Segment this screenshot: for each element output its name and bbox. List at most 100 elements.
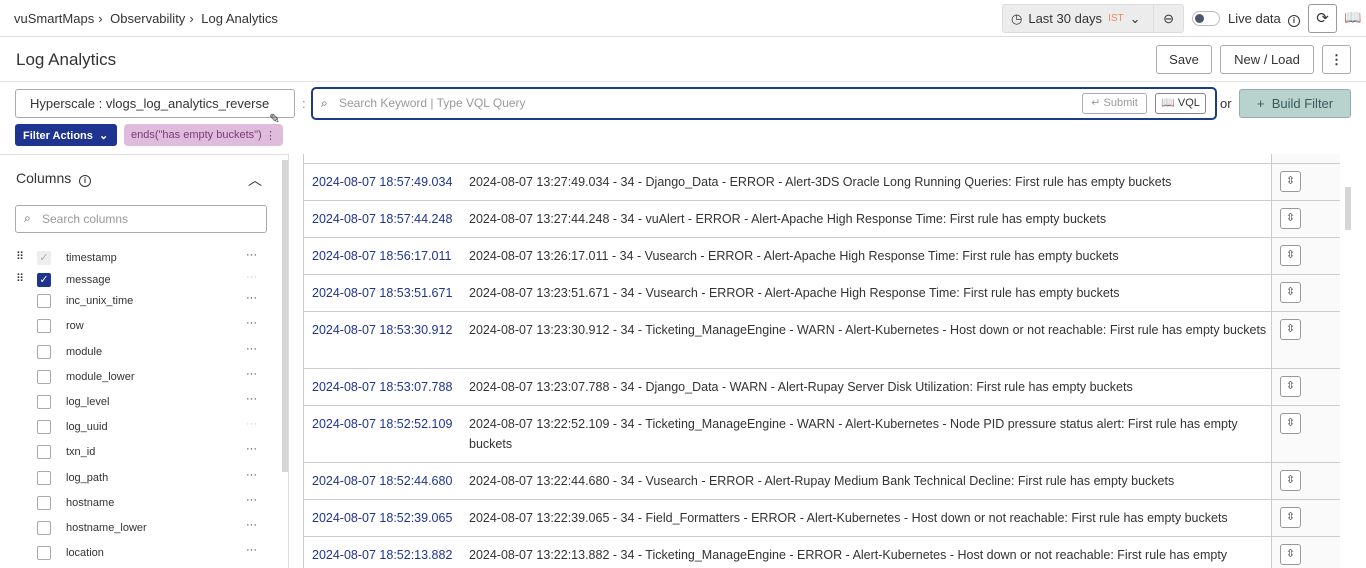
expand-row-icon[interactable]: ⇳ [1280,208,1301,229]
more-options-icon[interactable]: ··· [246,271,257,283]
save-button[interactable]: Save [1156,45,1212,74]
column-item[interactable]: hostname ··· [0,494,289,514]
row-actions: ⇳ [1271,238,1340,274]
filter-actions-button[interactable]: Filter Actions ⌄ [15,124,117,146]
more-options-button[interactable]: ⋮ [1322,45,1351,74]
zoom-out-icon: ⊖ [1163,10,1175,26]
column-checkbox[interactable] [37,319,51,333]
column-checkbox[interactable]: ✓ [37,273,51,287]
table-row[interactable]: 2024-08-07 18:57:49.034 2024-08-07 13:27:… [304,163,1340,200]
datasource-selector[interactable]: Hyperscale : vlogs_log_analytics_reverse… [15,89,295,126]
expand-row-icon[interactable]: ⇳ [1280,507,1301,528]
table-row[interactable]: 2024-08-07 18:52:39.065 2024-08-07 13:22:… [304,499,1340,536]
info-icon[interactable]: i [1288,15,1300,27]
row-actions: ⇳ [1271,312,1340,368]
column-item[interactable]: module_lower ··· [0,368,289,388]
time-range-picker[interactable]: ◷ Last 30 days IST ⌄ ⊖ [1002,4,1184,33]
row-message: 2024-08-07 13:23:07.788 - 34 - Django_Da… [469,380,1133,394]
more-options-icon[interactable]: ··· [246,544,257,556]
drag-handle-icon[interactable]: ⠿ [16,250,24,263]
column-checkbox[interactable] [37,496,51,510]
expand-row-icon[interactable]: ⇳ [1280,413,1301,434]
more-options-icon[interactable]: ··· [246,443,257,455]
vql-button[interactable]: 📖 VQL [1155,93,1206,114]
column-checkbox[interactable]: ✓ [37,251,51,265]
table-scrollbar[interactable] [1345,187,1351,230]
submit-button[interactable]: ↵ Submit [1082,93,1147,114]
column-checkbox[interactable] [37,395,51,409]
more-options-icon[interactable]: ··· [246,393,257,405]
more-options-icon[interactable]: ··· [246,317,257,329]
breadcrumb-item[interactable]: Observability [110,11,185,26]
expand-row-icon[interactable]: ⇳ [1280,319,1301,340]
more-options-icon[interactable]: ··· [246,368,257,380]
table-row[interactable]: 2024-08-07 18:53:30.912 2024-08-07 13:23:… [304,311,1340,368]
column-item[interactable]: log_uuid ··· [0,418,289,438]
column-checkbox[interactable] [37,294,51,308]
new-load-button[interactable]: New / Load [1220,45,1314,74]
column-checkbox[interactable] [37,546,51,560]
table-row[interactable]: 2024-08-07 18:52:44.680 2024-08-07 13:22:… [304,462,1340,499]
expand-row-icon[interactable]: ⇳ [1280,470,1301,491]
column-item[interactable]: log_path ··· [0,469,289,489]
table-row[interactable]: 2024-08-07 18:52:52.109 2024-08-07 13:22:… [304,405,1340,462]
more-options-icon[interactable]: ··· [246,292,257,304]
more-options-icon[interactable]: ··· [246,469,257,481]
kebab-icon[interactable]: ⋮ [265,129,276,142]
build-filter-button[interactable]: + Build Filter [1239,89,1351,118]
drag-handle-icon[interactable]: ⠿ [16,272,24,285]
search-icon: ⌕ [321,96,328,110]
row-actions: ⇳ [1271,201,1340,237]
column-checkbox[interactable] [37,345,51,359]
column-checkbox[interactable] [37,471,51,485]
expand-row-icon[interactable]: ⇳ [1280,245,1301,266]
info-icon[interactable]: i [79,175,92,187]
live-data-toggle[interactable] [1192,11,1220,26]
column-item[interactable]: ⠿ ✓ message ··· [0,271,289,291]
column-item[interactable]: ⠿ ✓ timestamp ··· [0,249,289,269]
column-item[interactable]: module ··· [0,343,289,363]
more-options-icon[interactable]: ··· [246,343,257,355]
breadcrumb-item[interactable]: vuSmartMaps [14,11,94,26]
more-options-icon[interactable]: ··· [246,249,257,261]
column-checkbox[interactable] [37,420,51,434]
table-row[interactable]: 2024-08-07 18:56:17.011 2024-08-07 13:26:… [304,237,1340,274]
column-item[interactable]: inc_unix_time ··· [0,292,289,312]
table-row[interactable]: 2024-08-07 18:52:13.882 2024-08-07 13:22:… [304,536,1340,568]
expand-row-icon[interactable]: ⇳ [1280,376,1301,397]
vql-label: VQL [1177,97,1200,109]
row-message: 2024-08-07 13:23:30.912 - 34 - Ticketing… [469,323,1267,337]
row-timestamp: 2024-08-07 18:57:44.248 [312,212,453,226]
breadcrumb-item: Log Analytics [201,11,278,26]
refresh-icon: ⟳ [1316,10,1329,27]
column-name: txn_id [66,446,96,458]
filter-chip[interactable]: ends("has empty buckets") ⋮ [124,124,283,146]
table-row[interactable]: 2024-08-07 18:53:51.671 2024-08-07 13:23:… [304,274,1340,311]
more-options-icon[interactable]: ··· [246,494,257,506]
more-options-icon[interactable]: ··· [246,418,257,430]
page-title: Log Analytics [16,50,117,69]
column-checkbox[interactable] [37,521,51,535]
zoom-out-button[interactable]: ⊖ [1154,11,1183,27]
more-options-icon[interactable]: ··· [246,519,257,531]
docs-book-icon[interactable]: 📖 [1344,9,1361,26]
expand-row-icon[interactable]: ⇳ [1280,544,1301,565]
columns-title-text: Columns [16,170,72,186]
column-checkbox[interactable] [37,445,51,459]
table-row[interactable]: 2024-08-07 18:53:07.788 2024-08-07 13:23:… [304,368,1340,405]
column-item[interactable]: row ··· [0,317,289,337]
search-columns-input[interactable]: ⌕ Search columns [15,205,267,233]
column-item[interactable]: txn_id ··· [0,443,289,463]
expand-row-icon[interactable]: ⇳ [1280,171,1301,192]
column-item[interactable]: location ··· [0,544,289,564]
column-name: location [66,547,104,559]
column-checkbox[interactable] [37,370,51,384]
column-item[interactable]: hostname_lower ··· [0,519,289,539]
column-name: log_uuid [66,421,108,433]
refresh-button[interactable]: ⟳ [1308,4,1337,33]
collapse-chevron-up-icon[interactable]: ︿ [248,170,262,190]
row-timestamp: 2024-08-07 18:52:13.882 [312,548,453,562]
expand-row-icon[interactable]: ⇳ [1280,282,1301,303]
table-row[interactable]: 2024-08-07 18:57:44.248 2024-08-07 13:27:… [304,200,1340,237]
column-item[interactable]: log_level ··· [0,393,289,413]
